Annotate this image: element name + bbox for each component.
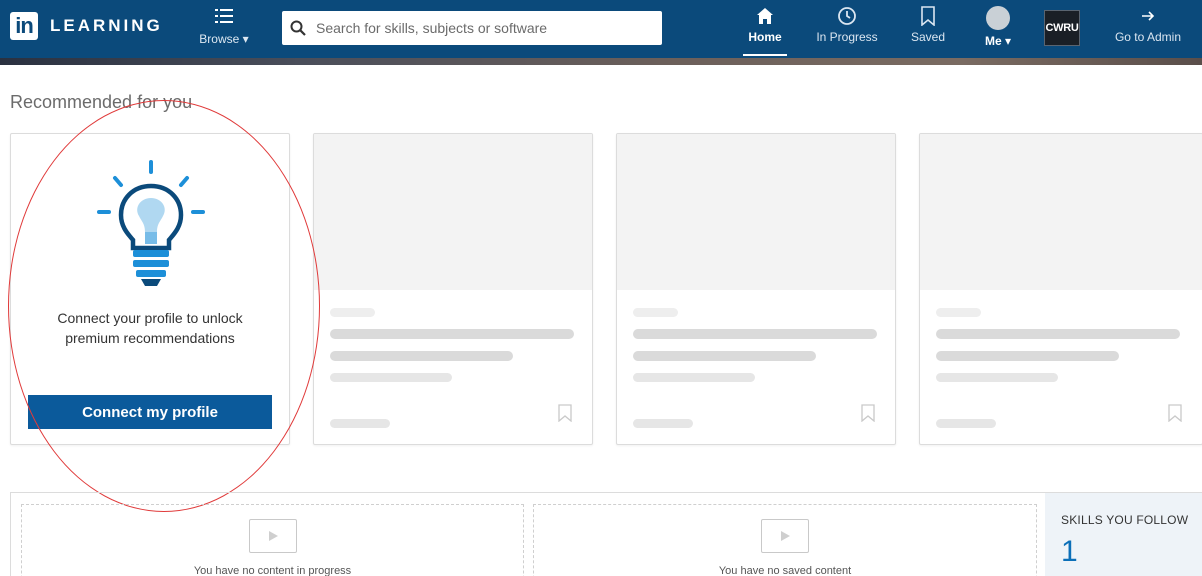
- nav-home-label: Home: [748, 30, 782, 44]
- hero-banner-strip: [0, 58, 1202, 65]
- thumbnail-placeholder: [617, 134, 895, 290]
- skills-you-follow-panel[interactable]: SKILLS YOU FOLLOW 1: [1045, 493, 1202, 576]
- connect-profile-message: Connect your profile to unlock premium r…: [57, 310, 243, 346]
- linkedin-learning-logo[interactable]: in LEARNING: [10, 12, 163, 40]
- caret-down-icon: ▾: [1004, 34, 1012, 48]
- search-icon: [290, 20, 306, 36]
- home-icon: [757, 8, 773, 24]
- nav-saved[interactable]: Saved: [908, 4, 948, 58]
- in-progress-empty-state: You have no content in progress: [21, 504, 524, 576]
- go-to-admin-label: Go to Admin: [1114, 30, 1182, 44]
- nav-me[interactable]: Me ▾: [978, 4, 1018, 58]
- nav-saved-label: Saved: [910, 30, 946, 44]
- bookmark-icon[interactable]: [861, 404, 875, 422]
- nav-home[interactable]: Home: [743, 4, 787, 58]
- recommendation-card-placeholder[interactable]: [313, 133, 593, 445]
- search-box[interactable]: [282, 11, 662, 45]
- in-progress-empty-text: You have no content in progress: [193, 565, 352, 576]
- browse-menu-button[interactable]: Browse ▾: [196, 4, 252, 46]
- skeleton-line: [936, 308, 981, 317]
- search-input[interactable]: [316, 20, 636, 36]
- skills-title: SKILLS YOU FOLLOW: [1061, 513, 1189, 527]
- browse-label: Browse: [199, 32, 240, 46]
- recommended-title: Recommended for you: [10, 92, 193, 112]
- play-icon: [248, 519, 297, 553]
- saved-empty-state: You have no saved content: [533, 504, 1037, 576]
- menu-icon: [215, 8, 233, 26]
- skeleton-line: [330, 419, 390, 428]
- skeleton-line: [633, 308, 678, 317]
- skeleton-line: [633, 419, 693, 428]
- play-icon: [761, 519, 809, 553]
- top-nav-bar: in LEARNING Browse ▾ Home In Progress: [0, 0, 1202, 58]
- org-logo[interactable]: CWRU: [1044, 10, 1080, 46]
- skeleton-line: [936, 329, 1180, 339]
- skeleton-line: [330, 373, 452, 382]
- linkedin-in-icon: in: [10, 12, 38, 40]
- saved-empty-text: You have no saved content: [718, 565, 852, 576]
- recommendation-card-placeholder[interactable]: [616, 133, 896, 445]
- thumbnail-placeholder: [314, 134, 592, 290]
- skeleton-line: [936, 351, 1119, 361]
- nav-in-progress[interactable]: In Progress: [812, 4, 882, 58]
- nav-in-progress-label: In Progress: [816, 30, 878, 44]
- skeleton-line: [633, 351, 816, 361]
- lightbulb-icon: [97, 160, 205, 286]
- skills-count[interactable]: 1: [1061, 535, 1078, 569]
- skeleton-line: [633, 329, 877, 339]
- skeleton-line: [936, 373, 1058, 382]
- arrow-right-icon: [1142, 11, 1155, 21]
- connect-my-profile-button[interactable]: Connect my profile: [28, 395, 272, 429]
- skeleton-line: [330, 329, 574, 339]
- skeleton-line: [330, 308, 375, 317]
- go-to-admin-button[interactable]: Go to Admin: [1108, 4, 1188, 58]
- clock-icon: [838, 7, 856, 25]
- bookmark-icon[interactable]: [1168, 404, 1182, 422]
- skeleton-line: [330, 351, 513, 361]
- connect-profile-card: Connect your profile to unlock premium r…: [10, 133, 290, 445]
- avatar: [986, 6, 1010, 30]
- bookmark-icon: [921, 6, 935, 26]
- nav-me-label: Me: [984, 34, 1002, 48]
- bookmark-icon[interactable]: [558, 404, 572, 422]
- skeleton-line: [633, 373, 755, 382]
- thumbnail-placeholder: [920, 134, 1202, 290]
- my-content-panel: You have no content in progress You have…: [10, 492, 1202, 576]
- caret-down-icon: ▾: [242, 32, 249, 46]
- logo-text: LEARNING: [50, 16, 163, 35]
- recommendation-card-placeholder[interactable]: [919, 133, 1202, 445]
- skeleton-line: [936, 419, 996, 428]
